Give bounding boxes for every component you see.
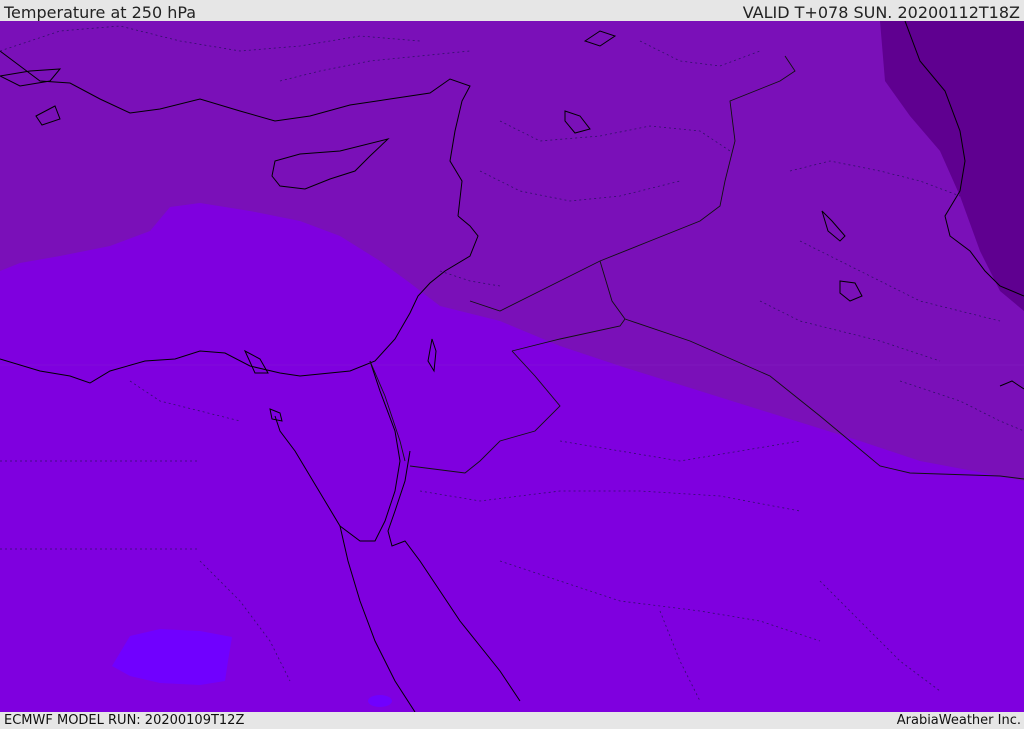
footer-bar: ECMWF MODEL RUN: 20200109T12Z ArabiaWeat…	[0, 712, 1024, 729]
model-run: ECMWF MODEL RUN: 20200109T12Z	[4, 713, 245, 728]
map-canvas[interactable]	[0, 21, 1024, 712]
brand-credit: ArabiaWeather Inc.	[896, 713, 1021, 728]
map-title: Temperature at 250 hPa	[4, 3, 197, 22]
temperature-band-cool-spot	[368, 695, 392, 707]
header-bar: Temperature at 250 hPa VALID T+078 SUN. …	[0, 0, 1024, 22]
valid-time: VALID T+078 SUN. 20200112T18Z	[742, 3, 1020, 22]
temperature-map	[0, 21, 1024, 712]
